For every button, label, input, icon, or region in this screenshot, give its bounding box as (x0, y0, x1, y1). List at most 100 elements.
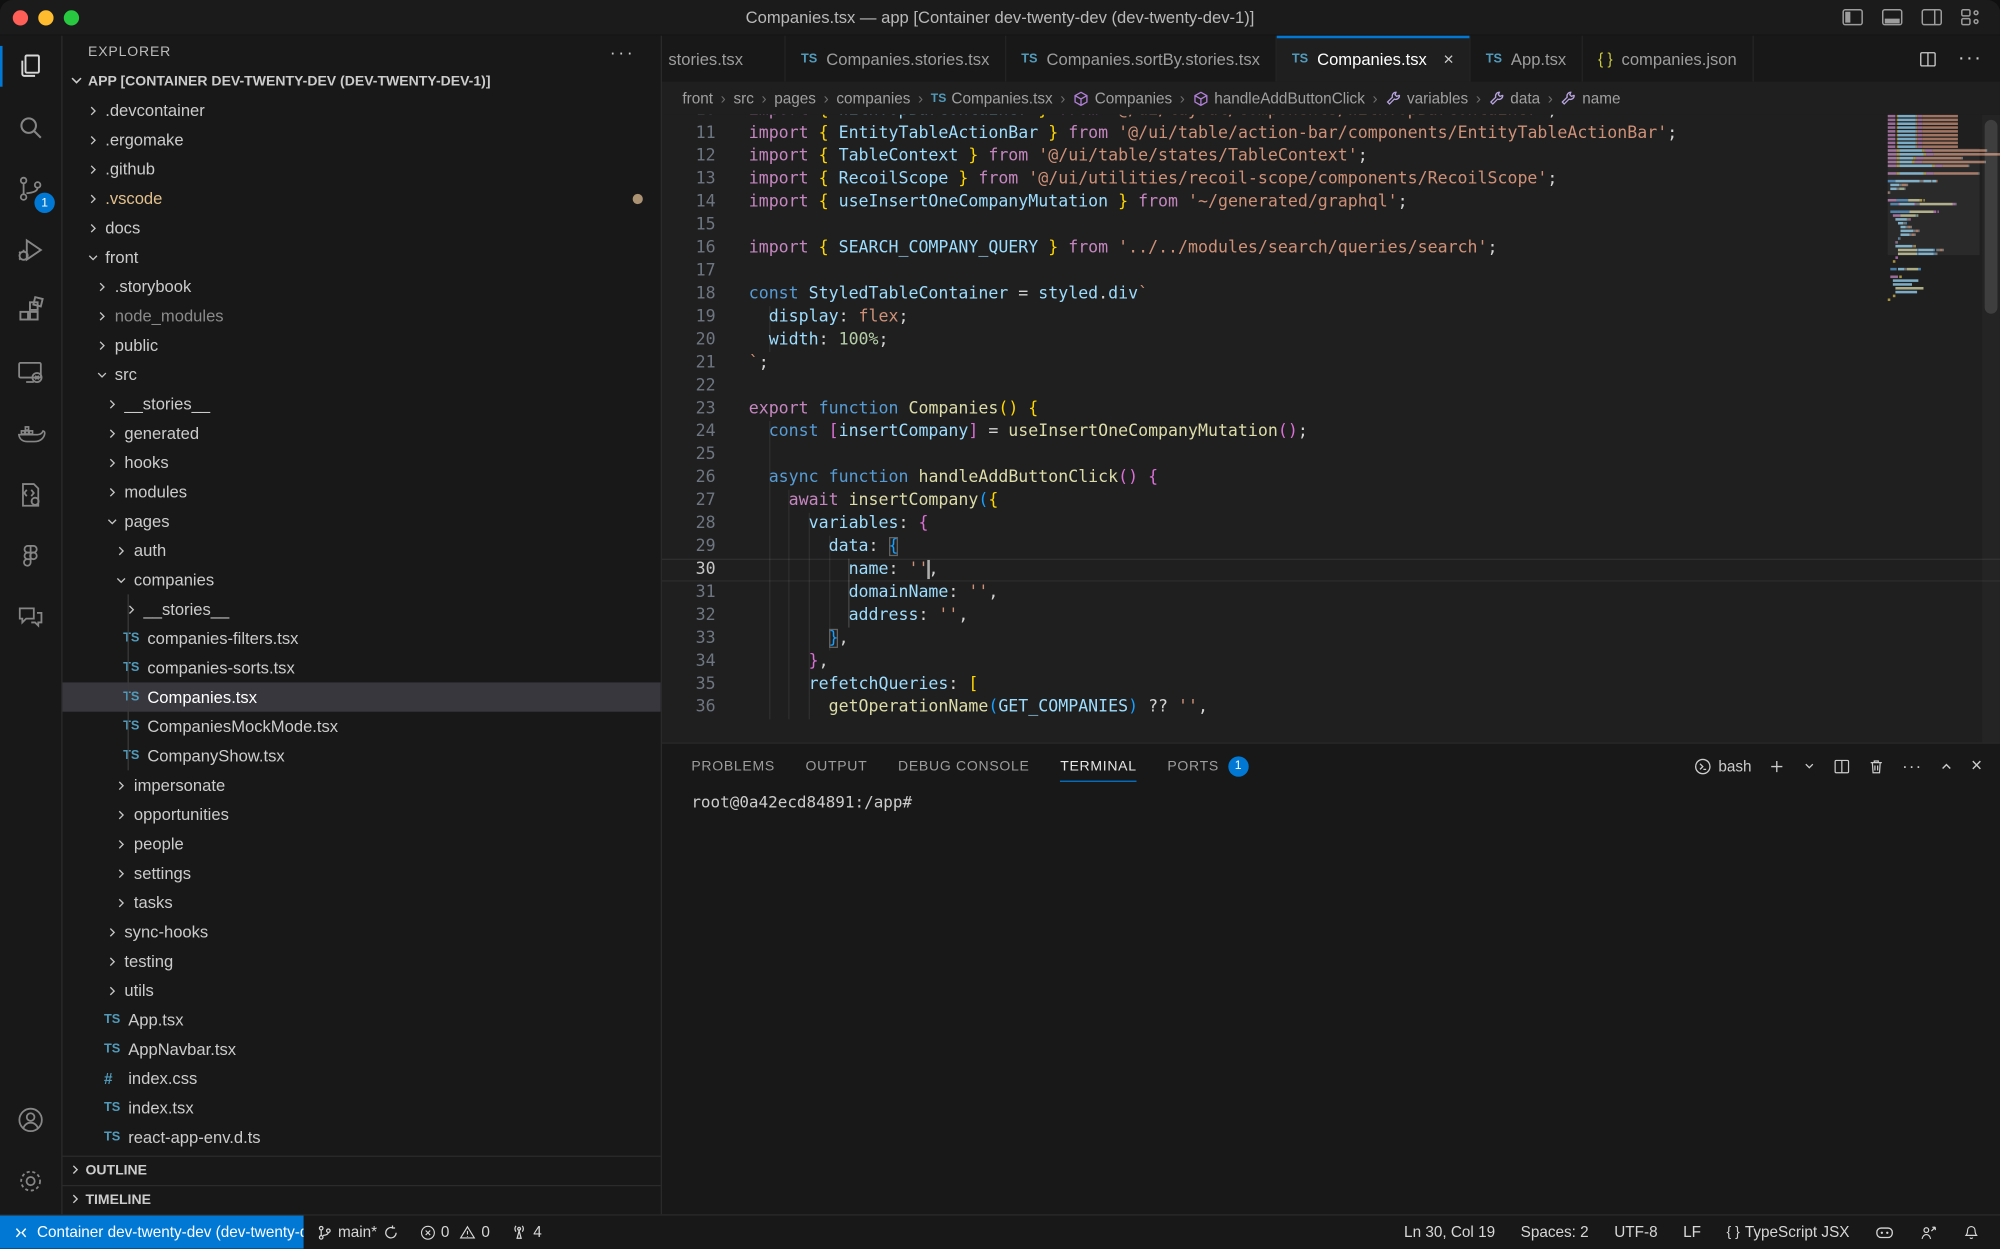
breadcrumb-companies[interactable]: companies (836, 89, 910, 107)
activity-search-icon[interactable] (0, 97, 61, 158)
code-line-26[interactable]: 26 async function handleAddButtonClick()… (662, 467, 2000, 490)
code-line-13[interactable]: 13import { RecoilScope } from '@/ui/util… (662, 168, 2000, 191)
ports-status[interactable]: 4 (503, 1216, 550, 1249)
terminal-dropdown-icon[interactable] (1803, 759, 1817, 773)
notifications-status[interactable] (1955, 1216, 1987, 1249)
tree-item-front[interactable]: front (62, 242, 660, 271)
activity-account-icon[interactable] (0, 1089, 61, 1150)
panel-tab-problems[interactable]: PROBLEMS (691, 744, 775, 789)
activity-extensions-icon[interactable] (0, 281, 61, 342)
tree-item-hooks[interactable]: hooks (62, 448, 660, 477)
kill-terminal-icon[interactable] (1868, 757, 1886, 775)
tree-item-src[interactable]: src (62, 360, 660, 389)
editor-more-actions-icon[interactable]: ··· (1958, 47, 1982, 70)
activity-explorer-icon[interactable] (0, 36, 61, 97)
panel-tab-debug-console[interactable]: DEBUG CONSOLE (898, 744, 1030, 789)
tab-Companies.stories.tsx[interactable]: TSCompanies.stories.tsx (786, 36, 1006, 82)
activity-dev-containers-icon[interactable] (0, 464, 61, 525)
tree-item-.devcontainer[interactable]: .devcontainer (62, 96, 660, 125)
tree-item-companies-sorts.tsx[interactable]: TScompanies-sorts.tsx (62, 653, 660, 682)
tree-item-.vscode[interactable]: .vscode (62, 184, 660, 213)
code-line-29[interactable]: 29 data: { (662, 536, 2000, 559)
panel-more-actions-icon[interactable]: ··· (1902, 756, 1922, 775)
tree-item-tasks[interactable]: tasks (62, 888, 660, 917)
editor-scrollbar[interactable] (1982, 115, 2000, 743)
tree-item-modules[interactable]: modules (62, 477, 660, 506)
code-editor[interactable]: 10import { WithTopBarContainer } from '@… (662, 115, 2000, 743)
workspace-section-header[interactable]: APP [CONTAINER DEV-TWENTY-DEV (DEV-TWENT… (62, 68, 660, 96)
tab-App.tsx[interactable]: TSApp.tsx (1470, 36, 1582, 82)
activity-comments-icon[interactable] (0, 587, 61, 648)
tree-item-CompaniesMockMode.tsx[interactable]: TSCompaniesMockMode.tsx (62, 712, 660, 741)
breadcrumb-Companies[interactable]: Companies (1073, 89, 1172, 107)
tree-item-Companies.tsx[interactable]: TSCompanies.tsx (62, 682, 660, 711)
code-line-31[interactable]: 31 domainName: '', (662, 582, 2000, 605)
activity-source-control-icon[interactable]: 1 (0, 158, 61, 219)
activity-figma-icon[interactable] (0, 526, 61, 587)
tree-item-opportunities[interactable]: opportunities (62, 800, 660, 829)
tree-item-.github[interactable]: .github (62, 154, 660, 183)
breadcrumb-handleAddButtonClick[interactable]: handleAddButtonClick (1193, 89, 1365, 107)
tab-companies.json[interactable]: { }companies.json (1583, 36, 1754, 82)
tree-item-people[interactable]: people (62, 829, 660, 858)
shell-selector[interactable]: bash (1694, 757, 1751, 775)
code-line-22[interactable]: 22 (662, 375, 2000, 398)
tree-item-AppNavbar.tsx[interactable]: TSAppNavbar.tsx (62, 1034, 660, 1063)
panel-tab-output[interactable]: OUTPUT (806, 744, 868, 789)
sidebar-section-timeline[interactable]: TIMELINE (62, 1185, 660, 1214)
sidebar-section-outline[interactable]: OUTLINE (62, 1156, 660, 1185)
code-line-33[interactable]: 33 }, (662, 628, 2000, 651)
tree-item-sync-hooks[interactable]: sync-hooks (62, 917, 660, 946)
scrollbar-slider[interactable] (1985, 120, 1998, 314)
tree-item-companies[interactable]: companies (62, 565, 660, 594)
tree-item-CompanyShow.tsx[interactable]: TSCompanyShow.tsx (62, 741, 660, 770)
tree-item-react-app-env.d.ts[interactable]: TSreact-app-env.d.ts (62, 1122, 660, 1151)
code-line-35[interactable]: 35 refetchQueries: [ (662, 673, 2000, 696)
copilot-status[interactable] (1867, 1216, 1901, 1249)
code-line-12[interactable]: 12import { TableContext } from '@/ui/tab… (662, 145, 2000, 168)
tree-item-companies-filters.tsx[interactable]: TScompanies-filters.tsx (62, 624, 660, 653)
tab-Companies.tsx[interactable]: TSCompanies.tsx× (1277, 36, 1471, 82)
tree-item-index.tsx[interactable]: TSindex.tsx (62, 1093, 660, 1122)
breadcrumb-variables[interactable]: variables (1385, 89, 1468, 107)
tab-stories.tsx[interactable]: stories.tsx (662, 36, 786, 82)
git-branch-status[interactable]: main* (309, 1216, 407, 1249)
code-line-16[interactable]: 16import { SEARCH_COMPANY_QUERY } from '… (662, 237, 2000, 260)
zoom-window-button[interactable] (64, 10, 79, 25)
panel-tab-terminal[interactable]: TERMINAL (1060, 744, 1137, 789)
activity-run-debug-icon[interactable] (0, 219, 61, 280)
code-line-23[interactable]: 23export function Companies() { (662, 398, 2000, 421)
panel-tab-ports[interactable]: PORTS1 (1167, 744, 1248, 789)
new-terminal-icon[interactable] (1768, 757, 1786, 775)
code-line-25[interactable]: 25 (662, 444, 2000, 467)
tree-item-docs[interactable]: docs (62, 213, 660, 242)
toggle-secondary-sidebar-icon[interactable] (1921, 8, 1943, 27)
activity-remote-explorer-icon[interactable] (0, 342, 61, 403)
maximize-panel-icon[interactable] (1939, 758, 1954, 773)
split-terminal-icon[interactable] (1833, 757, 1851, 775)
breadcrumb-front[interactable]: front (682, 89, 713, 107)
activity-docker-icon[interactable] (0, 403, 61, 464)
code-line-10[interactable]: 10import { WithTopBarContainer } from '@… (662, 115, 2000, 123)
code-line-34[interactable]: 34 }, (662, 651, 2000, 674)
breadcrumb-data[interactable]: data (1489, 89, 1540, 107)
indentation-status[interactable]: Spaces: 2 (1513, 1216, 1596, 1249)
tree-item-auth[interactable]: auth (62, 536, 660, 565)
tab-Companies.sortBy.stories.tsx[interactable]: TSCompanies.sortBy.stories.tsx (1006, 36, 1277, 82)
activity-settings-icon[interactable] (0, 1151, 61, 1212)
toggle-panel-icon[interactable] (1881, 8, 1903, 27)
breadcrumb-Companies.tsx[interactable]: TSCompanies.tsx (931, 89, 1053, 107)
minimap-viewport[interactable] (1888, 148, 1980, 255)
language-mode-status[interactable]: { } TypeScript JSX (1719, 1216, 1857, 1249)
split-editor-icon[interactable] (1918, 49, 1937, 68)
code-line-17[interactable]: 17 (662, 260, 2000, 283)
tree-item--stories-[interactable]: __stories__ (62, 594, 660, 623)
code-line-30[interactable]: 30 name: '', (662, 559, 2000, 582)
minimap[interactable] (1888, 115, 1980, 743)
encoding-status[interactable]: UTF-8 (1607, 1216, 1666, 1249)
code-line-27[interactable]: 27 await insertCompany({ (662, 490, 2000, 513)
tree-item-.ergomake[interactable]: .ergomake (62, 125, 660, 154)
tree-item-utils[interactable]: utils (62, 976, 660, 1005)
code-line-14[interactable]: 14import { useInsertOneCompanyMutation }… (662, 191, 2000, 214)
code-line-18[interactable]: 18const StyledTableContainer = styled.di… (662, 283, 2000, 306)
